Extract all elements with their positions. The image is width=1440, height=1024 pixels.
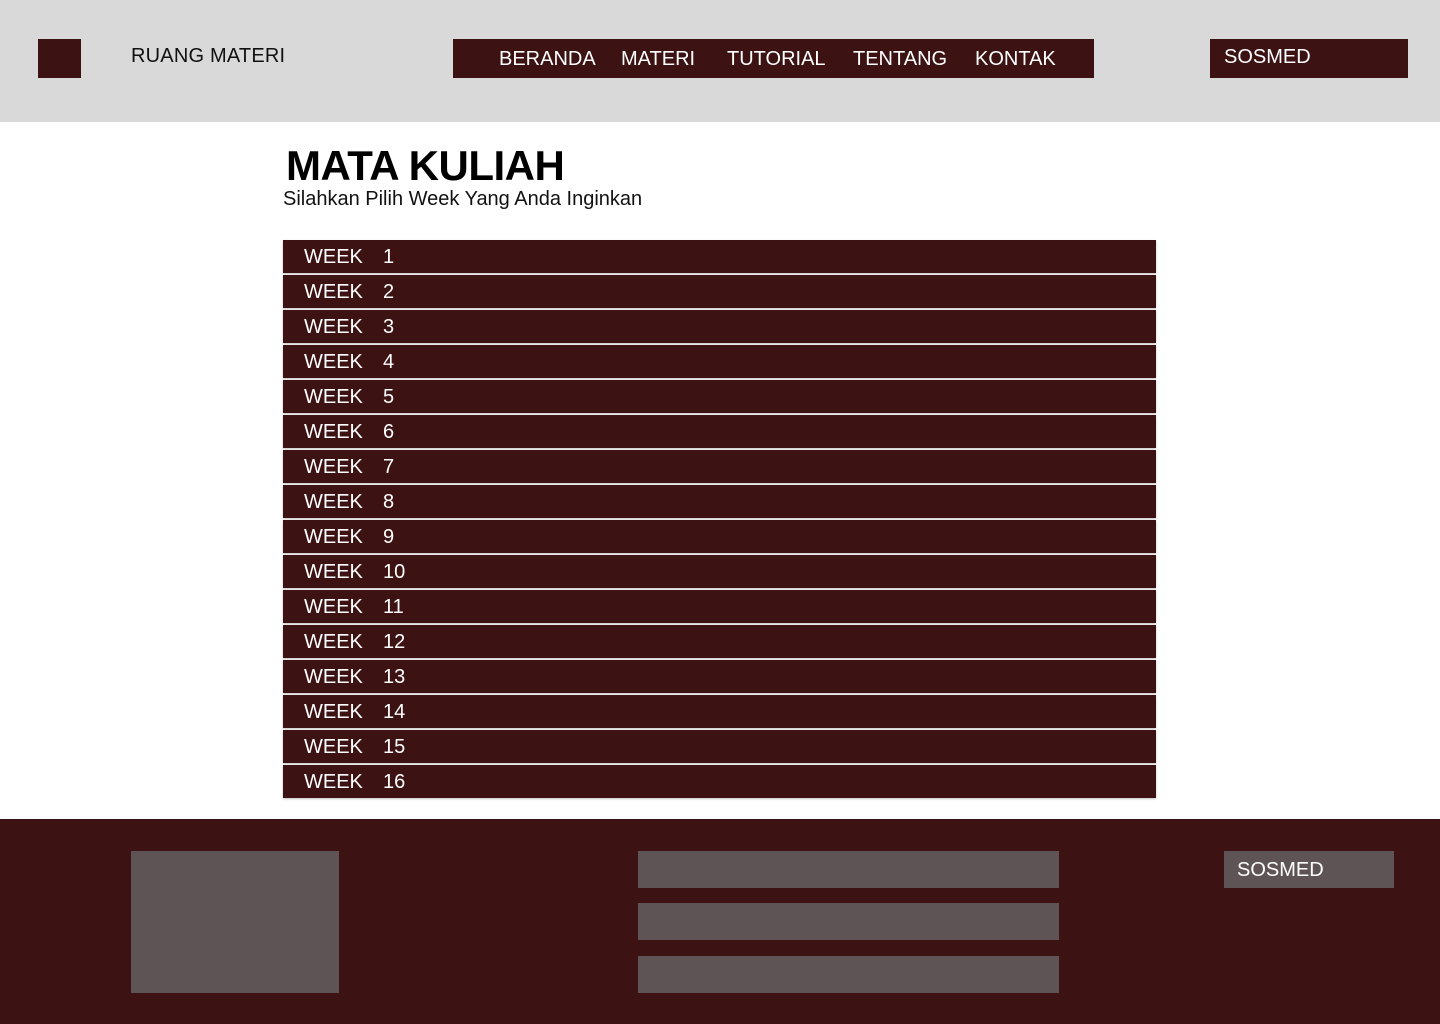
- week-label: WEEK: [304, 701, 363, 723]
- week-label: WEEK: [304, 491, 363, 513]
- nav-item-tutorial[interactable]: TUTORIAL: [727, 48, 826, 71]
- week-number: 14: [383, 701, 406, 723]
- week-item[interactable]: WEEK 10: [283, 555, 1156, 588]
- week-list: WEEK 1 WEEK 2 WEEK 3 WEEK 4 WEEK 5 WEEK 6 WEEK 7 WEEK 8…: [283, 240, 1156, 800]
- week-item[interactable]: WEEK 12: [283, 625, 1156, 658]
- sosmed-button[interactable]: SOSMED: [1210, 39, 1408, 78]
- week-number: 1: [383, 246, 395, 268]
- week-item[interactable]: WEEK 1: [283, 240, 1156, 273]
- week-item[interactable]: WEEK 6: [283, 415, 1156, 448]
- week-label: WEEK: [304, 386, 363, 408]
- week-item[interactable]: WEEK 16: [283, 765, 1156, 798]
- nav-item-tentang[interactable]: TENTANG: [853, 48, 947, 71]
- week-item[interactable]: WEEK 2: [283, 275, 1156, 308]
- week-label: WEEK: [304, 281, 363, 303]
- week-label: WEEK: [304, 351, 363, 373]
- week-number: 9: [383, 526, 395, 548]
- week-item[interactable]: WEEK 5: [283, 380, 1156, 413]
- nav-item-kontak[interactable]: KONTAK: [975, 48, 1056, 71]
- week-item[interactable]: WEEK 3: [283, 310, 1156, 343]
- footer-link-placeholder[interactable]: [638, 903, 1059, 940]
- week-label: WEEK: [304, 736, 363, 758]
- week-number: 11: [383, 596, 404, 618]
- week-item[interactable]: WEEK 7: [283, 450, 1156, 483]
- week-item[interactable]: WEEK 14: [283, 695, 1156, 728]
- week-number: 7: [383, 456, 395, 478]
- week-number: 8: [383, 491, 395, 513]
- footer-image-placeholder: [131, 851, 339, 993]
- brand-name[interactable]: RUANG MATERI: [131, 45, 285, 68]
- week-number: 13: [383, 666, 406, 688]
- week-number: 16: [383, 771, 406, 793]
- nav-item-materi[interactable]: MATERI: [621, 48, 695, 71]
- site-footer: SOSMED: [0, 819, 1440, 1024]
- week-label: WEEK: [304, 561, 363, 583]
- week-label: WEEK: [304, 421, 363, 443]
- footer-link-placeholder[interactable]: [638, 956, 1059, 993]
- week-item[interactable]: WEEK 15: [283, 730, 1156, 763]
- week-label: WEEK: [304, 596, 363, 618]
- week-number: 6: [383, 421, 395, 443]
- week-label: WEEK: [304, 456, 363, 478]
- week-number: 2: [383, 281, 395, 303]
- week-number: 12: [383, 631, 406, 653]
- week-item[interactable]: WEEK 8: [283, 485, 1156, 518]
- week-number: 15: [383, 736, 406, 758]
- week-item[interactable]: WEEK 4: [283, 345, 1156, 378]
- page-title: MATA KULIAH: [286, 142, 565, 189]
- week-item[interactable]: WEEK 13: [283, 660, 1156, 693]
- footer-link-placeholder[interactable]: [638, 851, 1059, 888]
- page-subtitle: Silahkan Pilih Week Yang Anda Inginkan: [283, 188, 643, 210]
- nav-item-beranda[interactable]: BERANDA: [499, 48, 596, 71]
- week-label: WEEK: [304, 631, 363, 653]
- week-number: 3: [383, 316, 395, 338]
- week-label: WEEK: [304, 666, 363, 688]
- logo[interactable]: [38, 39, 81, 78]
- footer-sosmed-button[interactable]: SOSMED: [1224, 851, 1394, 888]
- week-item[interactable]: WEEK 11: [283, 590, 1156, 623]
- week-label: WEEK: [304, 316, 363, 338]
- week-number: 5: [383, 386, 395, 408]
- week-number: 10: [383, 561, 406, 583]
- week-label: WEEK: [304, 771, 363, 793]
- week-label: WEEK: [304, 526, 363, 548]
- week-label: WEEK: [304, 246, 363, 268]
- site-header: RUANG MATERI BERANDA MATERI TUTORIAL TEN…: [0, 0, 1440, 122]
- main-nav: BERANDA MATERI TUTORIAL TENTANG KONTAK: [453, 39, 1094, 78]
- week-item[interactable]: WEEK 9: [283, 520, 1156, 553]
- week-number: 4: [383, 351, 395, 373]
